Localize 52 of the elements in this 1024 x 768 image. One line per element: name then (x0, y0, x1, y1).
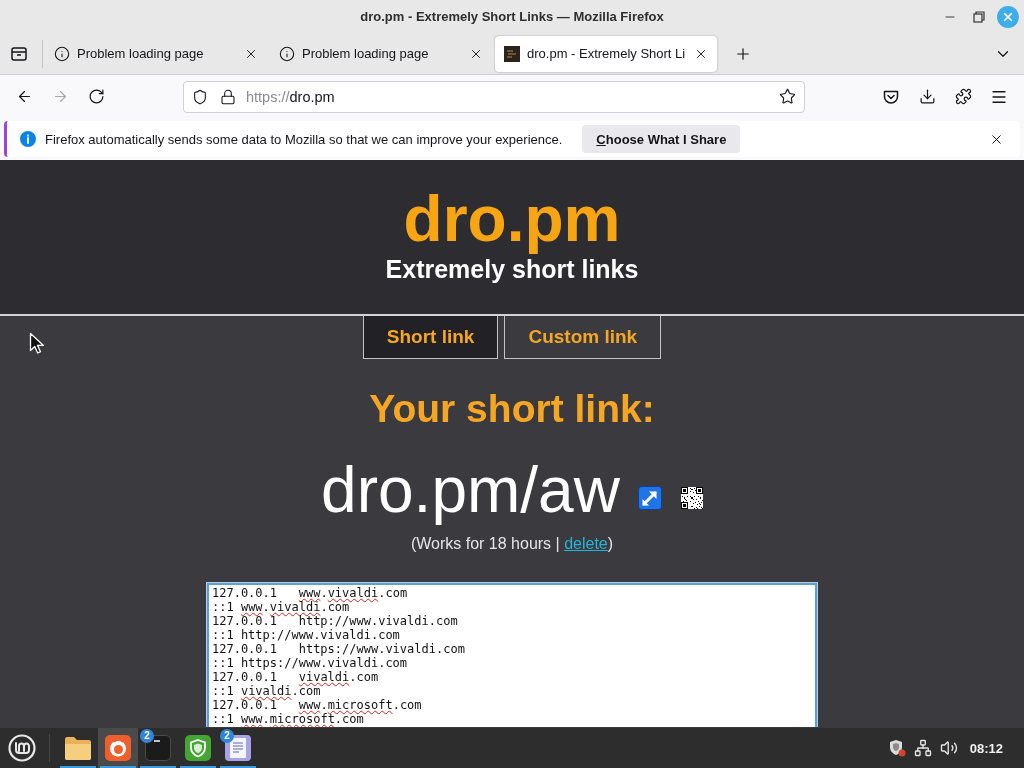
browser-app-button[interactable] (98, 728, 138, 768)
external-link-icon[interactable] (637, 486, 662, 510)
browser-tab[interactable]: Problem loading page (45, 35, 267, 72)
folder-icon[interactable] (64, 735, 92, 761)
reload-icon[interactable] (87, 88, 105, 105)
window-title: dro.pm - Extremely Short Links — Mozilla Firefox (360, 9, 664, 24)
text-line: 127.0.0.1 https://www.vivaldi.com (212, 642, 465, 656)
text-line: 127.0.0.1 vivaldi.com (212, 670, 379, 684)
network-icon[interactable] (913, 739, 932, 757)
terminal-app-button[interactable]: 2 (138, 728, 178, 768)
notification-message: Firefox automatically sends some data to Mozilla so that we can improve your experience. (45, 131, 563, 147)
info-icon (279, 45, 295, 62)
text-editor-app-button[interactable]: 2 (218, 728, 258, 768)
browser-icon[interactable] (105, 735, 131, 761)
text-line: 127.0.0.1 http://www.vivaldi.com (212, 614, 458, 628)
puzzle-icon[interactable] (954, 88, 972, 105)
tray-box-icon[interactable] (10, 44, 28, 63)
volume-icon[interactable] (939, 739, 958, 757)
pointer-cursor-icon (29, 332, 46, 355)
info-icon (54, 45, 70, 62)
delete-link[interactable]: delete (564, 535, 608, 552)
site-tagline: Extremely short links (385, 254, 639, 284)
clock-text[interactable]: 08:12 (969, 740, 1003, 756)
text-line: ::1 www.microsoft.com (212, 712, 364, 726)
browser-tab[interactable]: Problem loading page (270, 35, 492, 72)
text-line: 127.0.0.1 www.microsoft.com (212, 698, 422, 712)
shield-icon[interactable] (185, 735, 211, 761)
qr-code-icon[interactable] (680, 487, 703, 509)
text-line: ::1 vivaldi.com (212, 684, 321, 698)
text-line: ::1 http://www.vivaldi.com (212, 628, 400, 642)
text-line: ::1 www.vivaldi.com (212, 600, 350, 614)
text-area-field[interactable] (207, 583, 817, 727)
window-count-badge: 2 (220, 729, 234, 743)
address-bar[interactable]: https://dro.pm (183, 80, 805, 113)
browser-tab[interactable]: dro.pm - Extremely Short Li (495, 35, 717, 72)
lock-icon[interactable] (220, 88, 236, 105)
choose-what-i-share-button[interactable]: Choose What I Share (582, 125, 741, 153)
restore-icon[interactable] (972, 10, 985, 23)
mode-tab[interactable]: Custom link (504, 316, 662, 359)
text-line: ::1 https://www.vivaldi.com (212, 656, 408, 670)
shield-icon[interactable] (192, 88, 208, 105)
site-favicon-icon (504, 45, 520, 62)
link-expiry-note: (Works for 18 hours | delete) (410, 534, 614, 554)
short-link-heading: Your short link: (369, 386, 655, 431)
download-icon[interactable] (918, 88, 936, 105)
window-count-badge: 2 (140, 729, 154, 743)
shield-status-icon[interactable] (887, 739, 906, 757)
info-icon (20, 131, 36, 147)
short-link-text: dro.pm/aw (321, 453, 620, 527)
text-line: 127.0.0.1 www.vivaldi.com (212, 586, 408, 600)
start-menu-icon[interactable] (7, 734, 36, 762)
mode-tab[interactable]: Short link (362, 316, 499, 359)
